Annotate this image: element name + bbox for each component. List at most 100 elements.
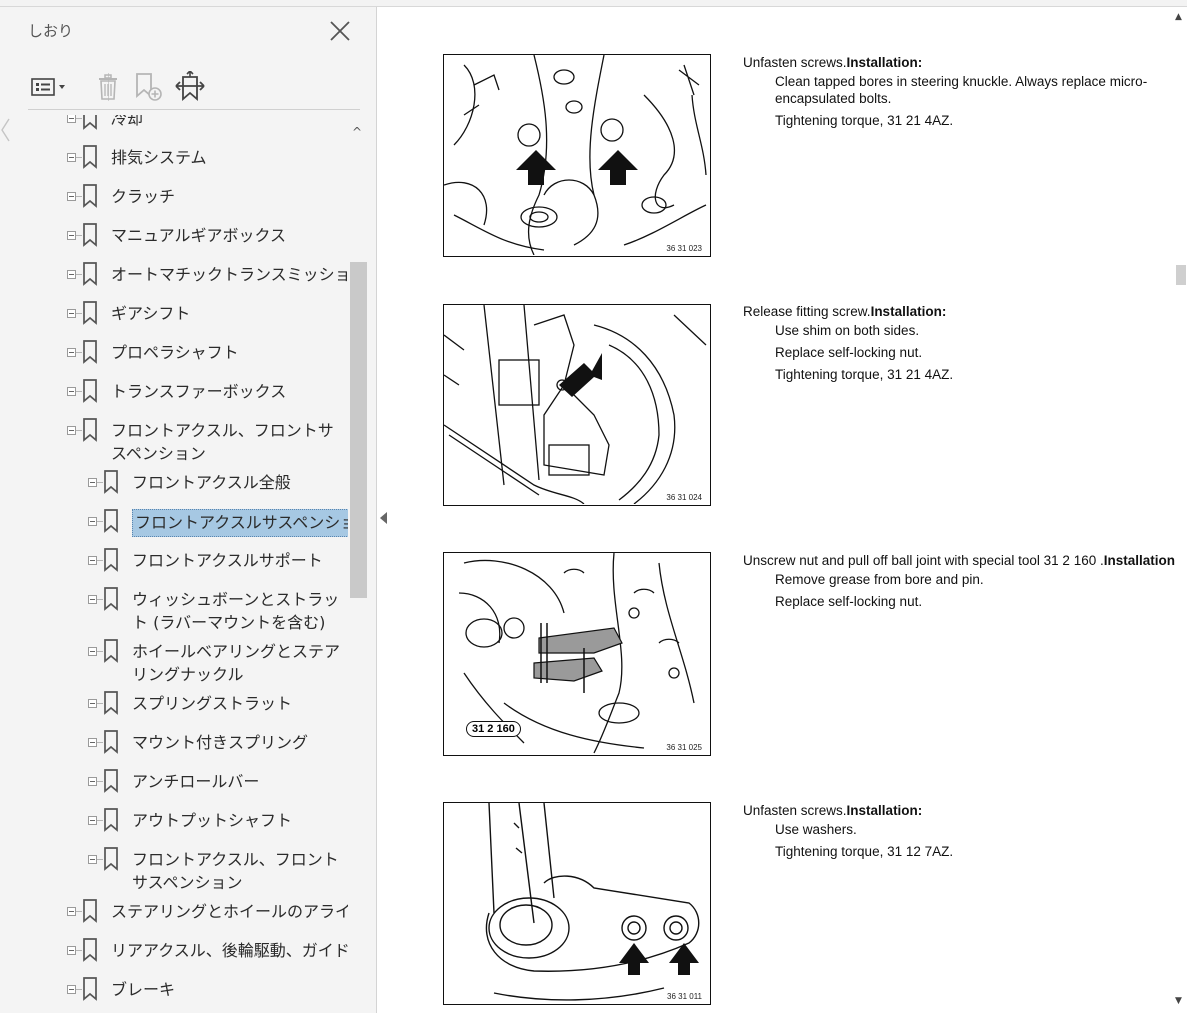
instruction-line: Replace self-locking nut. [775, 594, 923, 609]
bookmark-label: クラッチ [111, 187, 176, 206]
bookmark-item[interactable]: 冷却 [0, 115, 348, 131]
expand-toggle-icon[interactable] [67, 231, 76, 240]
instruction-line: Tightening torque, 31 21 4AZ. [775, 113, 954, 128]
figure-3: 31 2 160 36 31 025 [443, 552, 711, 756]
bookmark-icon [83, 115, 97, 130]
step-heading: Unfasten screws.Installation: [743, 55, 923, 70]
document-scroll-thumb[interactable] [1176, 265, 1186, 285]
bookmark-item[interactable]: アンチロールバー [0, 768, 348, 794]
step-3-text: Unscrew nut and pull off ball joint with… [743, 552, 1183, 610]
instruction-line: Remove grease from bore and pin. [775, 572, 984, 587]
document-scrollbar[interactable] [1174, 7, 1187, 1013]
bookmark-item[interactable]: フロントアクスル、フロントサスペンション [0, 417, 348, 465]
expand-toggle-icon[interactable] [88, 855, 97, 864]
expand-toggle-icon[interactable] [88, 517, 97, 526]
bookmark-label: ホイールベアリングとステアリングナックル [132, 642, 341, 684]
expand-toggle-icon[interactable] [88, 738, 97, 747]
bookmark-label: ウィッシュボーンとストラット (ラバーマウントを含む) [132, 590, 340, 632]
bookmark-item[interactable]: マウント付きスプリング [0, 729, 348, 755]
figure-code: 36 31 024 [666, 493, 702, 502]
bookmark-item[interactable]: フロントアクスル、フロントサスペンション [0, 846, 348, 894]
instruction-line: Replace self-locking nut. [775, 345, 923, 360]
bookmark-item[interactable]: フロントアクスルサポート [0, 547, 348, 573]
expand-toggle-icon[interactable] [88, 595, 97, 604]
expand-toggle-icon[interactable] [67, 946, 76, 955]
bookmark-label: マウント付きスプリング [132, 733, 309, 752]
bookmark-item[interactable]: フロントアクスル全般 [0, 469, 348, 495]
expand-toggle-icon[interactable] [88, 478, 97, 487]
bookmarks-panel: しおり 冷却 排気システム クラッチ マニュアルギアボックス オートマチックトラ… [0, 7, 377, 1013]
bookmark-label-selected: フロントアクスルサスペンション [132, 509, 348, 537]
expand-toggle-icon[interactable] [67, 153, 76, 162]
expand-toggle-icon[interactable] [67, 985, 76, 994]
expand-toggle-icon[interactable] [88, 647, 97, 656]
chevron-down-icon[interactable]: ▼ [1175, 996, 1182, 1006]
bookmark-icon [83, 899, 97, 923]
instruction-line: Use washers. [775, 822, 857, 837]
delete-bookmark-button[interactable] [88, 69, 128, 105]
expand-bookmark-button[interactable] [170, 69, 210, 105]
bookmark-label: フロントアクスルサポート [132, 551, 323, 570]
trash-icon [99, 74, 117, 100]
step-heading: Unscrew nut and pull off ball joint with… [743, 553, 1175, 568]
bookmark-item[interactable]: マニュアルギアボックス [0, 222, 348, 248]
options-menu-button[interactable] [28, 69, 68, 105]
instruction-line: Use shim on both sides. [775, 323, 920, 338]
step-2-text: Release fitting screw.Installation: Use … [743, 303, 1183, 383]
figure-1: 36 31 023 [443, 54, 711, 257]
new-bookmark-icon [136, 73, 162, 101]
bookmark-icon [83, 340, 97, 364]
bookmark-item[interactable]: プロペラシャフト [0, 339, 348, 365]
bookmark-item[interactable]: オートマチックトランスミッション [0, 261, 348, 287]
expand-toggle-icon[interactable] [67, 426, 76, 435]
figure-code: 36 31 023 [666, 244, 702, 253]
bookmark-icon [83, 379, 97, 403]
bookmark-icon [83, 301, 97, 325]
bookmark-label: スプリングストラット [132, 694, 293, 713]
expand-toggle-icon[interactable] [67, 387, 76, 396]
bookmark-label: アンチロールバー [132, 772, 260, 791]
bookmark-label: 冷却 [111, 115, 144, 128]
figure-code: 36 31 025 [666, 743, 702, 752]
bookmark-label: マニュアルギアボックス [111, 226, 287, 245]
bookmark-item[interactable]: トランスファーボックス [0, 378, 348, 404]
bookmark-item[interactable]: リアアクスル、後輪駆動、ガイド [0, 937, 348, 963]
bookmark-item[interactable]: クラッチ [0, 183, 348, 209]
collapse-panel-arrow-icon[interactable] [380, 512, 387, 524]
bookmark-item[interactable]: ホイールベアリングとステアリングナックル [0, 638, 348, 686]
bookmarks-scroll-thumb[interactable] [350, 262, 367, 598]
expand-toggle-icon[interactable] [88, 816, 97, 825]
expand-toggle-icon[interactable] [67, 192, 76, 201]
bookmark-item[interactable]: ブレーキ [0, 976, 348, 1002]
new-bookmark-button[interactable] [128, 69, 168, 105]
bookmark-icon [104, 470, 118, 494]
bookmark-icon [104, 847, 118, 871]
instruction-line: Tightening torque, 31 12 7AZ. [775, 844, 954, 859]
expand-toggle-icon[interactable] [67, 348, 76, 357]
expand-toggle-icon[interactable] [67, 309, 76, 318]
chevron-up-icon[interactable]: ▲ [1175, 12, 1182, 22]
bookmark-item[interactable]: 排気システム [0, 144, 348, 170]
bookmark-item[interactable]: スプリングストラット [0, 690, 348, 716]
expand-toggle-icon[interactable] [67, 270, 76, 279]
suspension-illustration-4 [485, 803, 700, 1001]
bookmark-icon [104, 808, 118, 832]
bookmark-label: リアアクスル、後輪駆動、ガイド [111, 941, 348, 960]
bookmark-item[interactable]: アウトプットシャフト [0, 807, 348, 833]
bookmark-icon [104, 587, 118, 611]
bookmark-item[interactable]: ウィッシュボーンとストラット (ラバーマウントを含む) [0, 586, 348, 634]
bookmark-item[interactable]: ステアリングとホイールのアライメント [0, 898, 348, 924]
expand-toggle-icon[interactable] [88, 777, 97, 786]
list-options-icon [31, 78, 65, 96]
expand-toggle-icon[interactable] [67, 907, 76, 916]
expand-toggle-icon[interactable] [88, 556, 97, 565]
close-icon[interactable] [328, 19, 352, 43]
bookmark-item[interactable]: ギアシフト [0, 300, 348, 326]
bookmark-icon [83, 262, 97, 286]
bookmark-item[interactable]: フロントアクスルサスペンション [0, 508, 348, 537]
expand-toggle-icon[interactable] [67, 115, 76, 123]
figure-2: 36 31 024 [443, 304, 711, 506]
bookmark-label: オートマチックトランスミッション [111, 265, 348, 284]
scroll-up-icon[interactable]: ^ [352, 125, 362, 139]
expand-toggle-icon[interactable] [88, 699, 97, 708]
